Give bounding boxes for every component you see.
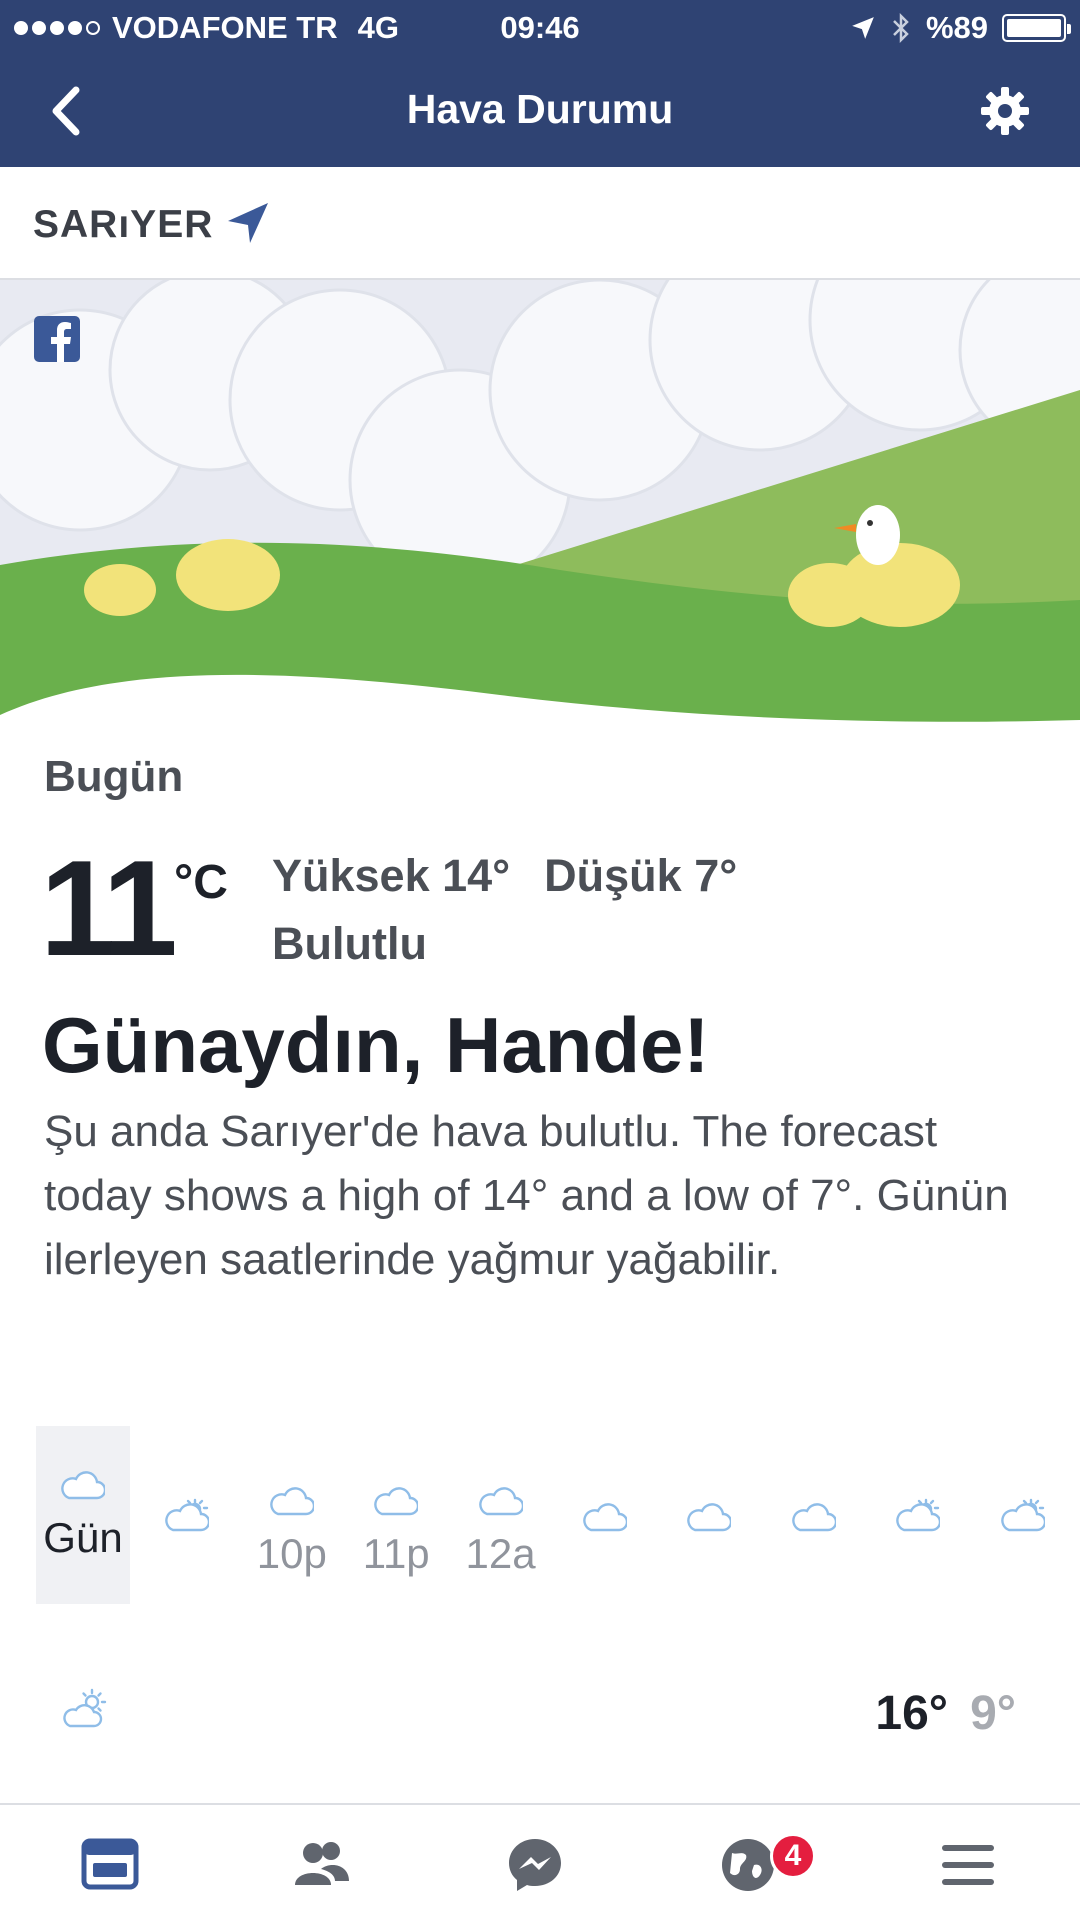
hour-item[interactable]: 10p <box>245 1426 339 1604</box>
today-label: Bugün <box>44 752 184 801</box>
weather-illustration <box>0 280 1080 730</box>
high-temperature: Yüksek 14° <box>272 850 511 901</box>
hour-item[interactable]: 12a <box>454 1426 548 1604</box>
hour-label: 11p <box>362 1530 430 1577</box>
temperature-unit: °C <box>174 856 228 909</box>
menu-icon[interactable] <box>938 1835 998 1895</box>
daily-high: 16° <box>875 1687 948 1740</box>
bluetooth-icon <box>893 12 909 44</box>
messenger-icon[interactable] <box>505 1835 565 1895</box>
cloud-icon <box>687 1503 732 1532</box>
condition-text: Bulutlu <box>272 918 427 969</box>
status-right: %89 <box>850 10 1071 46</box>
location-services-icon <box>852 17 874 39</box>
hour-item[interactable] <box>976 1426 1070 1604</box>
hour-label: 12a <box>465 1530 536 1577</box>
low-temperature: Düşük 7° <box>544 850 738 901</box>
location-name: SARıYER <box>33 203 214 246</box>
navigation-bar: Hava Durumu <box>0 56 1080 167</box>
location-row[interactable]: SARıYER <box>0 167 1080 280</box>
cloud-icon <box>792 1503 836 1532</box>
hero-scene <box>0 280 1080 730</box>
battery-percent: %89 <box>925 10 988 45</box>
hour-item[interactable] <box>662 1426 756 1604</box>
cloud-icon <box>270 1487 314 1516</box>
cloud-icon <box>374 1487 419 1516</box>
facebook-logo-icon <box>34 316 80 362</box>
notification-badge: 4 <box>770 1833 816 1879</box>
hour-item[interactable] <box>140 1426 234 1604</box>
hour-item[interactable]: 11p <box>349 1426 443 1604</box>
status-bar: VODAFONE TR 4G 09:46 %89 <box>0 0 1080 56</box>
hour-item[interactable] <box>871 1426 965 1604</box>
greeting-heading: Günaydın, Hande! <box>42 1001 710 1089</box>
top-bar: VODAFONE TR 4G 09:46 %89 Hava Durumu <box>0 0 1080 167</box>
daily-low: 9° <box>970 1687 1016 1740</box>
cloud-icon <box>478 1487 523 1516</box>
cloud-icon <box>583 1503 627 1532</box>
tab-bar: 4 <box>0 1803 1080 1920</box>
hour-label: 10p <box>256 1530 327 1577</box>
partly-sunny-icon <box>165 1498 210 1532</box>
current-temperature: 11 <box>40 832 178 984</box>
battery-icon <box>1002 14 1071 42</box>
partly-sunny-icon <box>63 1688 107 1728</box>
page-title: Hava Durumu <box>406 86 674 132</box>
news-feed-icon[interactable] <box>80 1835 140 1895</box>
partly-sunny-icon <box>896 1498 941 1532</box>
hour-item[interactable] <box>558 1426 652 1604</box>
hourly-forecast[interactable]: Gün 10p 11p 12a <box>36 1426 1080 1604</box>
location-arrow-icon <box>228 203 268 243</box>
forecast-description: Şu anda Sarıyer'de hava bulutlu. The for… <box>44 1107 1009 1284</box>
hour-item[interactable] <box>767 1426 861 1604</box>
hour-item[interactable]: Gün <box>36 1426 130 1604</box>
high-low: Yüksek 14° Düşük 7° <box>272 850 737 902</box>
cloud-icon <box>61 1471 105 1500</box>
settings-button[interactable] <box>978 84 1032 138</box>
hour-label: Gün <box>43 1514 123 1561</box>
notifications-globe-icon[interactable] <box>718 1835 778 1895</box>
friends-icon[interactable] <box>291 1835 351 1895</box>
partly-sunny-icon <box>1000 1498 1045 1532</box>
daily-forecast-row[interactable]: 16° 9° <box>0 1680 1080 1740</box>
